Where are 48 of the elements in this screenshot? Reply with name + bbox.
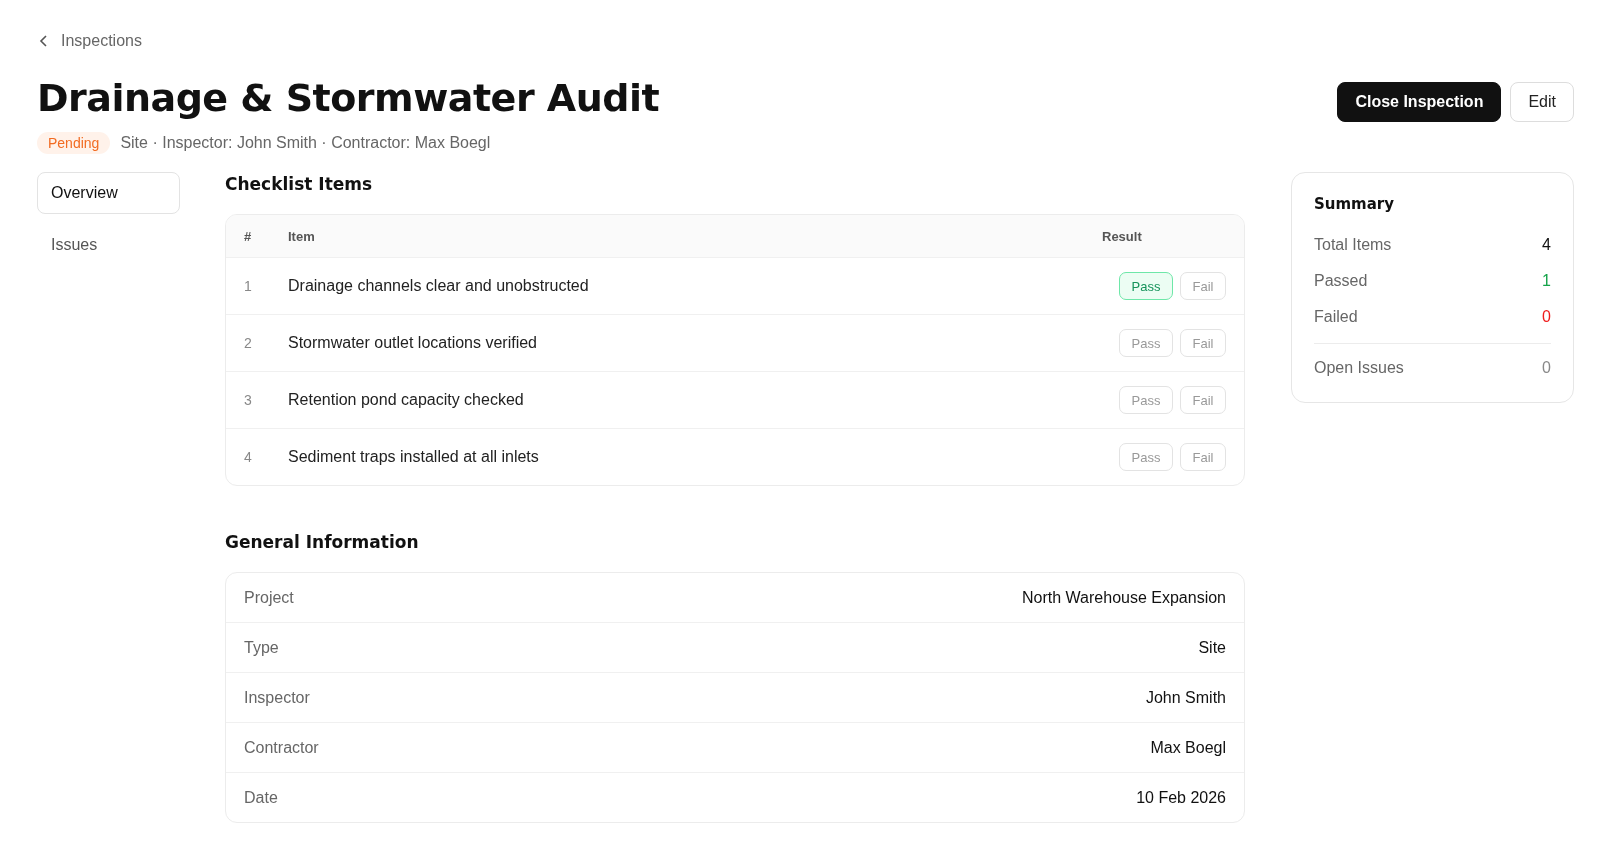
pass-button[interactable]: Pass <box>1119 272 1173 300</box>
section-title: Checklist Items <box>225 174 374 194</box>
stat-value: 4 <box>1542 236 1551 254</box>
row-number: 3 <box>244 392 253 408</box>
info-value: John Smith <box>1145 688 1226 707</box>
pass-button[interactable]: Pass <box>1119 386 1173 414</box>
info-value: Site <box>1198 638 1226 657</box>
stat-label: Passed <box>1314 272 1368 290</box>
pass-button[interactable]: Pass <box>1119 329 1173 357</box>
column-header: Result <box>1102 228 1142 244</box>
stat-label: Failed <box>1314 308 1358 326</box>
status-badge: Pending <box>37 132 111 154</box>
fail-button[interactable]: Fail <box>1180 272 1226 300</box>
checklist-item: Sediment traps installed at all inlets <box>288 448 540 466</box>
stat-value: 0 <box>1542 359 1551 377</box>
row-number: 2 <box>244 335 253 351</box>
row-number: 1 <box>244 278 253 294</box>
info-label: Inspector <box>244 688 310 707</box>
fail-button[interactable]: Fail <box>1180 329 1226 357</box>
section-title: General Information <box>225 532 420 552</box>
info-value: 10 Feb 2026 <box>1136 788 1226 807</box>
pass-button[interactable]: Pass <box>1119 443 1173 471</box>
page-title: Drainage & Stormwater Audit <box>37 76 660 120</box>
inspection-meta: Site · Inspector: John Smith · Contractor: Max Boegl <box>120 134 491 152</box>
edit-button[interactable]: Edit <box>1510 82 1574 122</box>
info-value: North Warehouse Expansion <box>1022 588 1226 607</box>
nav-tab[interactable]: Overview <box>37 172 180 214</box>
info-label: Date <box>244 788 278 807</box>
checklist-item: Drainage channels clear and unobstructed <box>288 277 590 295</box>
column-header: Item <box>288 228 316 244</box>
info-label: Project <box>244 588 294 607</box>
info-label: Contractor <box>244 738 319 757</box>
stat-value: 1 <box>1542 272 1551 290</box>
fail-button[interactable]: Fail <box>1180 443 1226 471</box>
back-link[interactable]: Inspections <box>37 32 142 50</box>
stat-label: Open Issues <box>1314 359 1404 377</box>
summary-title: Summary <box>1314 195 1396 213</box>
info-label: Type <box>244 638 279 657</box>
checklist-item: Stormwater outlet locations verified <box>288 334 538 352</box>
nav-tab[interactable]: Issues <box>37 224 180 266</box>
checklist-item: Retention pond capacity checked <box>288 391 525 409</box>
row-number: 4 <box>244 449 253 465</box>
stat-value: 0 <box>1542 308 1551 326</box>
info-value: Max Boegl <box>1150 738 1226 757</box>
column-header: # <box>244 228 253 244</box>
close-inspection-button[interactable]: Close Inspection <box>1337 82 1502 122</box>
fail-button[interactable]: Fail <box>1180 386 1226 414</box>
stat-label: Total Items <box>1314 236 1392 254</box>
